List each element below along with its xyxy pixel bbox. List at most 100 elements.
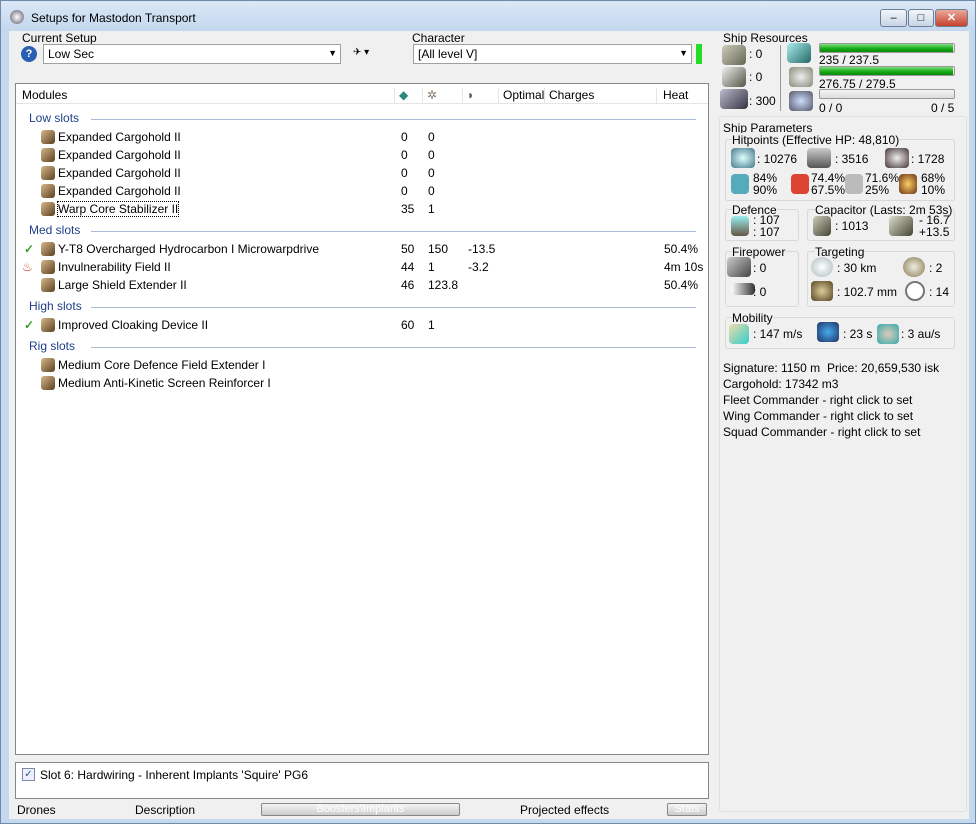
module-row[interactable]: Expanded Cargohold II 0 0 [16,146,708,164]
header-charges[interactable]: Charges [544,88,656,104]
overheat-icon[interactable]: ♨ [22,260,33,274]
character-value: [All level V] [418,47,478,61]
window-title: Setups for Mastodon Transport [31,11,196,25]
character-select[interactable]: [All level V] ▼ [413,44,692,64]
module-name: Warp Core Stabilizer II [56,201,180,217]
module-heat: 4m 10s [664,260,704,274]
targeting-range: : 30 km [837,261,877,275]
wing-commander[interactable]: Wing Commander - right click to set [723,409,913,423]
velocity-icon [729,324,749,344]
sensor-strength: : 14 [929,285,950,299]
sensor-strength-icon [905,281,925,301]
module-icon [41,318,55,332]
tab-projected-effects[interactable]: Projected effects [520,803,609,817]
capacitor-recharge-icon [889,216,913,236]
module-row[interactable]: Expanded Cargohold II 0 0 [16,164,708,182]
header-modules[interactable]: Modules [16,88,67,104]
tab-stats[interactable]: Stats [667,803,707,816]
close-button[interactable]: ✕ [935,9,968,27]
thermal-resist: 74.4% 67.5% [811,171,846,197]
volley-value: : 0 [753,285,767,299]
structure-hp: : 1728 [911,152,945,166]
implant-label: Slot 6: Hardwiring - Inherent Implants '… [40,768,309,782]
character-label: Character [412,31,465,45]
module-cpu: 35 [401,202,415,216]
ship-menu-button[interactable]: ✈ ▾ [353,47,387,63]
divider [91,231,696,232]
character-status-indicator [696,44,702,64]
minimize-button[interactable]: – [880,9,907,27]
module-row[interactable]: Medium Core Defence Field Extender I [16,356,708,374]
implant-checkbox[interactable]: ✓ [22,768,35,781]
setup-select[interactable]: Low Sec ▼ [43,44,341,64]
max-velocity: : 147 m/s [753,327,803,341]
structure-icon [885,148,909,168]
header-optimal[interactable]: Optimal [498,88,544,104]
module-row[interactable]: ✓ Improved Cloaking Device II 60 1 [16,316,708,334]
tab-drones[interactable]: Drones [17,803,56,817]
header-heat[interactable]: Heat [656,88,708,104]
drone-bandwidth-icon [789,91,813,111]
modules-list[interactable]: Modules ◆ ✲ ◗ Optimal Charges Heat Low s… [15,83,709,755]
module-row[interactable]: Large Shield Extender II 46 123.8 50.4% [16,276,708,294]
module-icon [41,260,55,274]
implants-list[interactable]: ✓ Slot 6: Hardwiring - Inherent Implants… [15,762,709,799]
slot-group-header: High slots [16,294,708,316]
help-icon[interactable]: ? [21,46,37,62]
active-check-icon[interactable]: ✓ [24,318,34,332]
capacitor-value: : 1013 [835,219,869,233]
signature: Signature: 1150 m [723,361,821,375]
module-row[interactable]: ♨ Invulnerability Field II 44 1 -3.2 4m … [16,258,708,276]
chevron-down-icon: ▼ [328,48,337,58]
fleet-commander[interactable]: Fleet Commander - right click to set [723,393,912,407]
turret-count: : 0 [749,47,763,61]
capacitor-icon[interactable]: ◗ [462,88,498,104]
module-cpu: 50 [401,242,415,256]
tab-boosters-implants[interactable]: Boosters\Implants [261,803,460,816]
kinetic-resist: 71.6% 25% [865,171,900,197]
module-capacitor: -3.2 [468,260,489,274]
module-powergrid: 1 [428,318,435,332]
powergrid-bar [819,66,955,76]
module-row[interactable]: Expanded Cargohold II 0 0 [16,128,708,146]
module-row[interactable]: Medium Anti-Kinetic Screen Reinforcer I [16,374,708,392]
module-capacitor: -13.5 [468,242,496,256]
module-cpu: 46 [401,278,415,292]
targeting-range-icon [811,257,833,277]
slot-group-header: Rig slots [16,334,708,356]
module-name: Medium Core Defence Field Extender I [58,358,266,372]
cpu-icon[interactable]: ◆ [394,88,422,104]
volley-icon [731,283,755,295]
module-name: Y-T8 Overcharged Hydrocarbon I Microwarp… [58,242,319,256]
module-powergrid: 0 [428,130,435,144]
active-check-icon[interactable]: ✓ [24,242,34,256]
divider [91,307,696,308]
module-icon [41,166,55,180]
divider [91,119,696,120]
module-icon [41,202,55,216]
powergrid-icon[interactable]: ✲ [422,88,462,104]
cpu-bar [819,43,955,53]
warp-speed: : 3 au/s [901,327,941,341]
module-row[interactable]: ✓ Y-T8 Overcharged Hydrocarbon I Microwa… [16,240,708,258]
tab-description[interactable]: Description [135,803,195,817]
module-cpu: 0 [401,130,408,144]
module-powergrid: 1 [428,202,435,216]
module-row[interactable]: Warp Core Stabilizer II 35 1 [16,200,708,218]
max-targets-icon [903,257,925,277]
module-heat: 50.4% [664,278,699,292]
module-row[interactable]: Expanded Cargohold II 0 0 [16,182,708,200]
module-name: Large Shield Extender II [58,278,187,292]
stats-panel: Ship Resources : 0 : 0 : 300 235 / 237.5… [717,31,969,812]
maximize-button[interactable]: □ [908,9,934,27]
scan-resolution-icon [811,281,833,301]
module-icon [41,242,55,256]
max-targets: : 2 [929,261,943,275]
module-powergrid: 150 [428,242,449,256]
em-resist: 84% 90% [753,171,778,197]
module-name: Improved Cloaking Device II [58,318,209,332]
module-cpu: 44 [401,260,415,274]
module-powergrid: 1 [428,260,435,274]
squad-commander[interactable]: Squad Commander - right click to set [723,425,920,439]
mobility-title: Mobility [732,311,773,325]
